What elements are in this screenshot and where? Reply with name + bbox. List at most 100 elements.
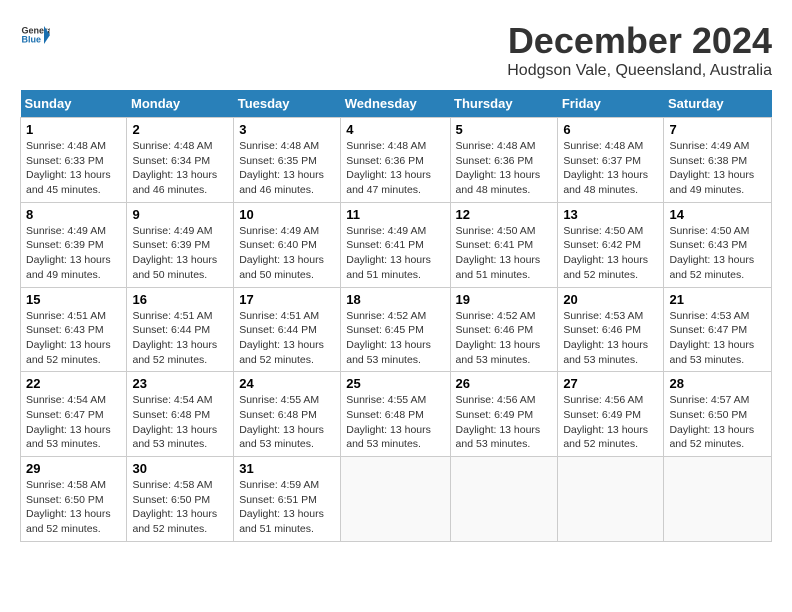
day-info: Sunrise: 4:48 AMSunset: 6:34 PMDaylight:…	[132, 140, 217, 196]
day-cell: 5Sunrise: 4:48 AMSunset: 6:36 PMDaylight…	[450, 118, 558, 203]
day-number: 4	[346, 122, 444, 137]
calendar-table: Sunday Monday Tuesday Wednesday Thursday…	[20, 90, 772, 542]
day-cell: 22 Sunrise: 4:54 AMSunset: 6:47 PMDayligh…	[21, 372, 127, 457]
day-info: Sunrise: 4:56 AMSunset: 6:49 PMDaylight:…	[563, 394, 648, 450]
day-cell: 11 Sunrise: 4:49 AMSunset: 6:41 PMDayligh…	[341, 202, 450, 287]
day-number: 8	[26, 207, 121, 222]
day-cell: 13Sunrise: 4:50 AMSunset: 6:42 PMDayligh…	[558, 202, 664, 287]
day-cell: 20Sunrise: 4:53 AMSunset: 6:46 PMDayligh…	[558, 287, 664, 372]
header-sunday: Sunday	[21, 90, 127, 118]
calendar-title: December 2024	[507, 20, 772, 62]
day-number: 18	[346, 292, 444, 307]
day-number: 24	[239, 376, 335, 391]
day-cell	[450, 457, 558, 542]
day-number: 2	[132, 122, 228, 137]
day-cell: 19 Sunrise: 4:52 AMSunset: 6:46 PMDayligh…	[450, 287, 558, 372]
page-header: General Blue December 2024 Hodgson Vale,…	[20, 20, 772, 80]
day-number: 20	[563, 292, 658, 307]
day-cell: 28Sunrise: 4:57 AMSunset: 6:50 PMDayligh…	[664, 372, 772, 457]
day-number: 21	[669, 292, 766, 307]
week-row-1: 1Sunrise: 4:48 AMSunset: 6:33 PMDaylight…	[21, 118, 772, 203]
day-cell: 17 Sunrise: 4:51 AMSunset: 6:44 PMDayligh…	[234, 287, 341, 372]
day-cell: 6 Sunrise: 4:48 AMSunset: 6:37 PMDaylight…	[558, 118, 664, 203]
day-info: Sunrise: 4:57 AMSunset: 6:50 PMDaylight:…	[669, 394, 754, 450]
day-info: Sunrise: 4:59 AMSunset: 6:51 PMDaylight:…	[239, 479, 324, 535]
day-number: 27	[563, 376, 658, 391]
week-row-3: 15 Sunrise: 4:51 AMSunset: 6:43 PMDayligh…	[21, 287, 772, 372]
day-info: Sunrise: 4:51 AMSunset: 6:44 PMDaylight:…	[239, 310, 324, 366]
day-info: Sunrise: 4:53 AMSunset: 6:47 PMDaylight:…	[669, 310, 754, 366]
logo-icon: General Blue	[20, 20, 50, 50]
week-row-5: 29 Sunrise: 4:58 AMSunset: 6:50 PMDayligh…	[21, 457, 772, 542]
day-info: Sunrise: 4:48 AMSunset: 6:37 PMDaylight:…	[563, 140, 648, 196]
day-number: 19	[456, 292, 553, 307]
day-info: Sunrise: 4:58 AMSunset: 6:50 PMDaylight:…	[132, 479, 217, 535]
day-info: Sunrise: 4:56 AMSunset: 6:49 PMDaylight:…	[456, 394, 541, 450]
day-cell: 29Sunrise: 4:58 AMSunset: 6:50 PMDayligh…	[21, 457, 127, 542]
day-number: 23	[132, 376, 228, 391]
header-monday: Monday	[127, 90, 234, 118]
day-info: Sunrise: 4:51 AMSunset: 6:43 PMDaylight:…	[26, 310, 111, 366]
day-number: 22	[26, 376, 121, 391]
day-number: 9	[132, 207, 228, 222]
day-number: 15	[26, 292, 121, 307]
day-info: Sunrise: 4:52 AMSunset: 6:46 PMDaylight:…	[456, 310, 541, 366]
day-number: 10	[239, 207, 335, 222]
day-number: 3	[239, 122, 335, 137]
day-cell: 24Sunrise: 4:55 AMSunset: 6:48 PMDayligh…	[234, 372, 341, 457]
day-number: 13	[563, 207, 658, 222]
day-cell: 26 Sunrise: 4:56 AMSunset: 6:49 PMDayligh…	[450, 372, 558, 457]
day-cell: 10 Sunrise: 4:49 AMSunset: 6:40 PMDayligh…	[234, 202, 341, 287]
week-row-4: 22 Sunrise: 4:54 AMSunset: 6:47 PMDayligh…	[21, 372, 772, 457]
day-cell: 15 Sunrise: 4:51 AMSunset: 6:43 PMDayligh…	[21, 287, 127, 372]
header-wednesday: Wednesday	[341, 90, 450, 118]
day-cell: 25Sunrise: 4:55 AMSunset: 6:48 PMDayligh…	[341, 372, 450, 457]
logo: General Blue	[20, 20, 50, 50]
day-cell: 23 Sunrise: 4:54 AMSunset: 6:48 PMDayligh…	[127, 372, 234, 457]
day-cell: 30 Sunrise: 4:58 AMSunset: 6:50 PMDayligh…	[127, 457, 234, 542]
day-info: Sunrise: 4:49 AMSunset: 6:41 PMDaylight:…	[346, 225, 431, 281]
day-cell: 18 Sunrise: 4:52 AMSunset: 6:45 PMDayligh…	[341, 287, 450, 372]
day-cell	[558, 457, 664, 542]
day-info: Sunrise: 4:51 AMSunset: 6:44 PMDaylight:…	[132, 310, 217, 366]
day-number: 12	[456, 207, 553, 222]
day-cell: 4Sunrise: 4:48 AMSunset: 6:36 PMDaylight…	[341, 118, 450, 203]
day-number: 17	[239, 292, 335, 307]
day-info: Sunrise: 4:49 AMSunset: 6:39 PMDaylight:…	[26, 225, 111, 281]
svg-text:Blue: Blue	[22, 35, 42, 45]
day-cell: 21 Sunrise: 4:53 AMSunset: 6:47 PMDayligh…	[664, 287, 772, 372]
day-number: 16	[132, 292, 228, 307]
day-number: 29	[26, 461, 121, 476]
header-saturday: Saturday	[664, 90, 772, 118]
day-number: 7	[669, 122, 766, 137]
day-info: Sunrise: 4:50 AMSunset: 6:41 PMDaylight:…	[456, 225, 541, 281]
day-info: Sunrise: 4:48 AMSunset: 6:33 PMDaylight:…	[26, 140, 111, 196]
day-number: 11	[346, 207, 444, 222]
day-cell: 1Sunrise: 4:48 AMSunset: 6:33 PMDaylight…	[21, 118, 127, 203]
day-number: 6	[563, 122, 658, 137]
header-thursday: Thursday	[450, 90, 558, 118]
day-cell: 7 Sunrise: 4:49 AMSunset: 6:38 PMDaylight…	[664, 118, 772, 203]
day-info: Sunrise: 4:52 AMSunset: 6:45 PMDaylight:…	[346, 310, 431, 366]
day-info: Sunrise: 4:54 AMSunset: 6:48 PMDaylight:…	[132, 394, 217, 450]
header-row: Sunday Monday Tuesday Wednesday Thursday…	[21, 90, 772, 118]
title-area: December 2024 Hodgson Vale, Queensland, …	[507, 20, 772, 80]
day-cell: 12 Sunrise: 4:50 AMSunset: 6:41 PMDayligh…	[450, 202, 558, 287]
day-number: 5	[456, 122, 553, 137]
day-number: 14	[669, 207, 766, 222]
header-tuesday: Tuesday	[234, 90, 341, 118]
day-cell: 27 Sunrise: 4:56 AMSunset: 6:49 PMDayligh…	[558, 372, 664, 457]
day-number: 31	[239, 461, 335, 476]
day-info: Sunrise: 4:55 AMSunset: 6:48 PMDaylight:…	[346, 394, 431, 450]
day-cell: 14 Sunrise: 4:50 AMSunset: 6:43 PMDayligh…	[664, 202, 772, 287]
day-cell: 2 Sunrise: 4:48 AMSunset: 6:34 PMDaylight…	[127, 118, 234, 203]
header-friday: Friday	[558, 90, 664, 118]
day-cell	[664, 457, 772, 542]
day-number: 26	[456, 376, 553, 391]
day-cell	[341, 457, 450, 542]
day-number: 30	[132, 461, 228, 476]
day-info: Sunrise: 4:49 AMSunset: 6:38 PMDaylight:…	[669, 140, 754, 196]
day-info: Sunrise: 4:49 AMSunset: 6:40 PMDaylight:…	[239, 225, 324, 281]
day-info: Sunrise: 4:54 AMSunset: 6:47 PMDaylight:…	[26, 394, 111, 450]
day-info: Sunrise: 4:50 AMSunset: 6:43 PMDaylight:…	[669, 225, 754, 281]
